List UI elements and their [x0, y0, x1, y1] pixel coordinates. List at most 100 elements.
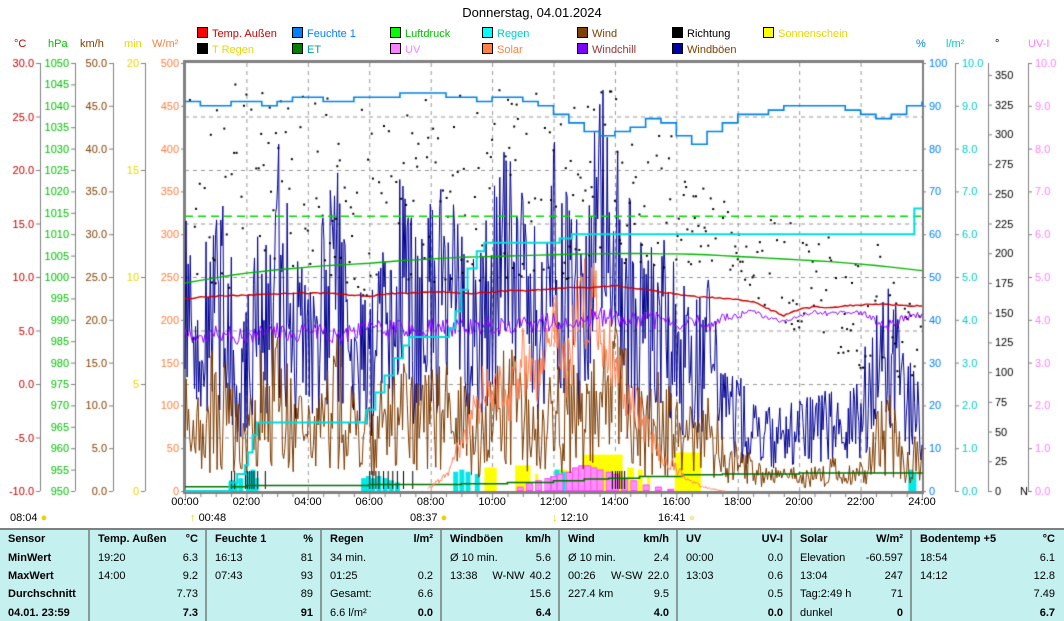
x-axis-label: 20:00 [777, 496, 821, 508]
stats-value: 0.0 [418, 607, 433, 619]
legend-item-windb-en: Windböen [672, 43, 737, 55]
legend-swatch-icon [482, 43, 493, 54]
legend-item-sonnenschein: Sonnenschein [763, 27, 848, 39]
stats-value: 9.2 [183, 570, 198, 582]
legend-label: Temp. Außen [212, 28, 277, 40]
stats-value: Feuchte 1 [215, 533, 266, 545]
stats-value: Wind [568, 533, 595, 545]
stats-value: °C [1043, 533, 1055, 545]
stats-cell-bodentemp-5: 6.7 [910, 604, 1062, 621]
stats-cell-solar: Elevation-60.597 [790, 548, 910, 566]
x-axis-label: 04:00 [286, 496, 330, 508]
stats-value: 227.4 km [568, 588, 613, 600]
stats-value: Ø 10 min. [568, 552, 616, 564]
stats-value: 247 [885, 570, 903, 582]
stats-value: UV-I [762, 533, 783, 545]
stats-value: 16:13 [215, 552, 243, 564]
legend-swatch-icon [390, 27, 401, 38]
legend-label: UV [405, 44, 420, 56]
stats-value: 07:43 [215, 570, 243, 582]
legend-item-wind: Wind [577, 27, 617, 39]
stats-value: Ø 10 min. [450, 552, 498, 564]
stats-cell-wind: 227.4 km9.5 [558, 585, 676, 603]
legend-swatch-icon [292, 27, 303, 38]
axis-header-min: min [124, 38, 142, 50]
stats-value: l/m² [413, 533, 433, 545]
legend-label: Richtung [687, 28, 730, 40]
stats-value: 40.2 [530, 570, 551, 582]
stats-cell-uv: 0.0 [676, 604, 790, 621]
stats-value: 14:00 [98, 570, 126, 582]
stats-value: 00:00 [686, 552, 714, 564]
stats-row-label: MinWert [0, 548, 88, 566]
stats-value: UV [686, 533, 701, 545]
stats-cell-temp-au-en: 14:00 9.2 [88, 567, 205, 585]
stats-value: 71 [891, 588, 903, 600]
stats-cell-regen: 01:250.2 [320, 567, 440, 585]
stats-value: 7.3 [183, 607, 198, 619]
stats-cell-bodentemp-5: 18:54 6.1 [910, 548, 1062, 566]
stats-value: Regen [330, 533, 364, 545]
axis-header-hpa: hPa [48, 38, 68, 50]
time-marker-label: 08:04 [10, 512, 38, 524]
time-marker: 08:37 ● [410, 512, 447, 524]
stats-cell-feuchte-1: 91 [205, 604, 320, 621]
x-axis-label: 02:00 [224, 496, 268, 508]
stats-cell-wind: 4.0 [558, 604, 676, 621]
legend-item-temp-au-en: Temp. Außen [197, 27, 277, 39]
stats-value: -60.597 [866, 552, 903, 564]
pale-sun-icon: ● [689, 512, 696, 524]
time-marker: ↓ 12:10 [552, 512, 588, 524]
stats-value: 6.3 [183, 552, 198, 564]
legend-swatch-icon [763, 27, 774, 38]
stats-value: 6.6 [418, 588, 433, 600]
legend-label: Windböen [687, 44, 737, 56]
time-marker-label: 16:41 [658, 512, 686, 524]
page-title: Donnerstag, 04.01.2024 [0, 5, 1064, 20]
legend-item-t-regen: T Regen [197, 43, 254, 55]
stats-cell-regen: Gesamt:6.6 [320, 585, 440, 603]
stats-value: 15.6 [530, 588, 551, 600]
stats-value: 6.6 l/m² [330, 607, 367, 619]
stats-value: 14:12 [920, 570, 948, 582]
legend-swatch-icon [292, 43, 303, 54]
stats-value: Bodentemp +5 [920, 533, 996, 545]
stats-cell-solar: SolarW/m² [790, 530, 910, 548]
stats-cell-feuchte-1: 16:1381 [205, 548, 320, 566]
time-marker-label: 00:48 [199, 512, 227, 524]
stats-value: W/m² [876, 533, 903, 545]
legend-swatch-icon [197, 43, 208, 54]
legend-item-windchill: Windchill [577, 43, 636, 55]
stats-value: 6.1 [1040, 552, 1055, 564]
stats-cell-solar: dunkel0 [790, 604, 910, 621]
stats-value: 19:20 [98, 552, 126, 564]
stats-value: W-SW [596, 570, 648, 582]
stats-value: Windböen [450, 533, 503, 545]
axis-header-wm2: W/m² [152, 38, 178, 50]
stats-cell-regen: 6.6 l/m² 0.0 [320, 604, 440, 621]
stats-value: 18:54 [920, 552, 948, 564]
stats-value: 5.6 [536, 552, 551, 564]
stats-cell-windb-en: Ø 10 min. 5.6 [440, 548, 558, 566]
legend-label: ET [307, 44, 321, 56]
x-axis-label: 10:00 [470, 496, 514, 508]
legend-item-solar: Solar [482, 43, 523, 55]
stats-value: 0.5 [768, 588, 783, 600]
legend-item-feuchte-1: Feuchte 1 [292, 27, 356, 39]
legend-item-richtung: Richtung [672, 27, 730, 39]
stats-value: 13:03 [686, 570, 714, 582]
stats-cell-wind: 00:26W-SW22.0 [558, 567, 676, 585]
stats-cell-temp-au-en: 7.73 [88, 585, 205, 603]
stats-value: 2.4 [654, 552, 669, 564]
stats-value: 00:26 [568, 570, 596, 582]
legend-item-et: ET [292, 43, 321, 55]
stats-cell-regen: 34 min. [320, 548, 440, 566]
stats-value: 12.8 [1034, 570, 1055, 582]
stats-cell-feuchte-1: 07:4393 [205, 567, 320, 585]
legend-swatch-icon [390, 43, 401, 54]
time-marker: ↑ 00:48 [190, 512, 226, 524]
legend-swatch-icon [197, 27, 208, 38]
stats-value: 7.73 [177, 588, 198, 600]
stats-value: % [303, 533, 313, 545]
stats-value: km/h [643, 533, 669, 545]
